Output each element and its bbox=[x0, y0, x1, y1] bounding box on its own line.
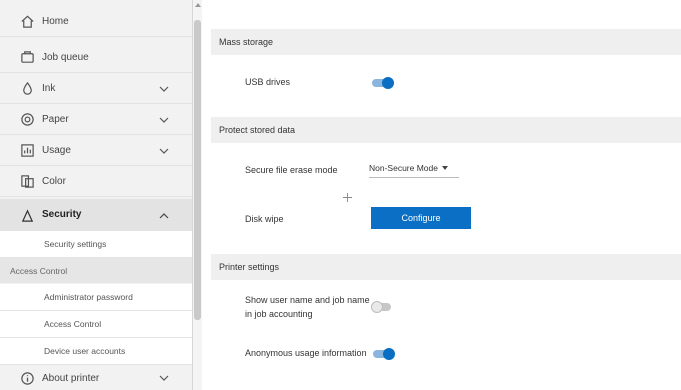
sidebar-item-usage[interactable]: Usage bbox=[0, 135, 192, 166]
sidebar-item-label: Paper bbox=[42, 113, 69, 125]
main-content: Mass storage USB drives Protect stored d… bbox=[203, 0, 681, 390]
scroll-up-arrow-icon[interactable] bbox=[195, 3, 201, 7]
anonymous-usage-label: Anonymous usage information bbox=[245, 348, 367, 358]
sidebar-item-label: About printer bbox=[42, 372, 100, 384]
configure-button[interactable]: Configure bbox=[371, 207, 471, 229]
sidebar-item-label: Security bbox=[42, 209, 82, 220]
section-title: Printer settings bbox=[219, 262, 280, 272]
sidebar-item-label: Job queue bbox=[42, 51, 89, 63]
anonymous-usage-toggle[interactable] bbox=[373, 348, 395, 360]
select-value: Non-Secure Mode bbox=[369, 162, 438, 173]
chevron-down-icon[interactable] bbox=[158, 114, 170, 126]
usage-icon bbox=[21, 144, 34, 157]
section-header-printer-settings: Printer settings bbox=[211, 254, 681, 280]
usb-drives-toggle[interactable] bbox=[372, 77, 394, 89]
sidebar-item-label: Usage bbox=[42, 144, 71, 156]
sidebar-subitem-access-control[interactable]: Access Control bbox=[0, 311, 192, 338]
sidebar-subitem-device-user-accounts[interactable]: Device user accounts bbox=[0, 338, 192, 365]
sidebar-subitem-label: Administrator password bbox=[44, 292, 133, 302]
toggle-knob bbox=[382, 77, 394, 89]
chevron-down-icon[interactable] bbox=[158, 145, 170, 157]
info-icon bbox=[21, 372, 34, 385]
secure-file-erase-mode-select[interactable]: Non-Secure Mode bbox=[369, 158, 459, 178]
sidebar-item-color[interactable]: Color bbox=[0, 166, 192, 197]
home-icon bbox=[21, 15, 34, 28]
lock-icon bbox=[21, 209, 34, 222]
sidebar-subitem-label: Access Control bbox=[44, 319, 102, 329]
sidebar-item-ink[interactable]: Ink bbox=[0, 73, 192, 104]
ink-drop-icon bbox=[23, 81, 32, 95]
disk-wipe-label: Disk wipe bbox=[245, 214, 284, 224]
section-title: Mass storage bbox=[219, 37, 274, 47]
sidebar-item-job-queue[interactable]: Job queue bbox=[0, 42, 192, 73]
sidebar-item-paper[interactable]: Paper bbox=[0, 104, 192, 135]
section-title: Protect stored data bbox=[219, 125, 296, 135]
show-user-name-label: Show user name and job name in job accou… bbox=[245, 293, 370, 321]
secure-file-erase-mode-label: Secure file erase mode bbox=[245, 165, 338, 175]
scrollbar-thumb[interactable] bbox=[194, 20, 201, 320]
sidebar-subitem-label: Device user accounts bbox=[44, 346, 126, 356]
sidebar-item-label: Color bbox=[42, 175, 66, 187]
sidebar-item-label: Home bbox=[42, 15, 69, 27]
toggle-knob bbox=[371, 301, 383, 313]
sidebar-nav: Home Job queue Ink Paper Usage Color Sec… bbox=[0, 0, 193, 390]
sidebar-subitem-administrator-password[interactable]: Administrator password bbox=[0, 284, 192, 311]
chevron-down-icon[interactable] bbox=[158, 372, 170, 384]
sidebar-item-security[interactable]: Security bbox=[0, 199, 192, 231]
sidebar-item-label: Ink bbox=[42, 82, 56, 94]
label-line: in job accounting bbox=[245, 309, 313, 319]
label-line: Show user name and job name bbox=[245, 295, 370, 305]
color-icon bbox=[21, 175, 34, 188]
section-header-mass-storage: Mass storage bbox=[211, 29, 681, 55]
group-header-label: Access Control bbox=[10, 265, 68, 276]
toggle-knob bbox=[383, 348, 395, 360]
sidebar-scrollbar[interactable] bbox=[193, 0, 202, 390]
move-cursor-icon bbox=[343, 193, 352, 202]
chevron-down-icon[interactable] bbox=[158, 83, 170, 95]
sidebar-subitem-security-settings[interactable]: Security settings bbox=[0, 231, 192, 258]
sidebar-item-about-printer[interactable]: About printer bbox=[0, 366, 192, 390]
usb-drives-label: USB drives bbox=[245, 77, 291, 87]
chevron-up-icon[interactable] bbox=[158, 210, 170, 222]
sidebar-item-home[interactable]: Home bbox=[0, 6, 192, 37]
section-header-protect-stored-data: Protect stored data bbox=[211, 117, 681, 143]
job-queue-icon bbox=[21, 51, 34, 63]
caret-down-icon bbox=[441, 165, 448, 170]
sidebar-subitem-label: Security settings bbox=[44, 239, 107, 249]
show-user-name-toggle[interactable] bbox=[371, 301, 393, 313]
access-control-group-header: Access Control bbox=[0, 258, 192, 283]
paper-roll-icon bbox=[21, 113, 34, 126]
